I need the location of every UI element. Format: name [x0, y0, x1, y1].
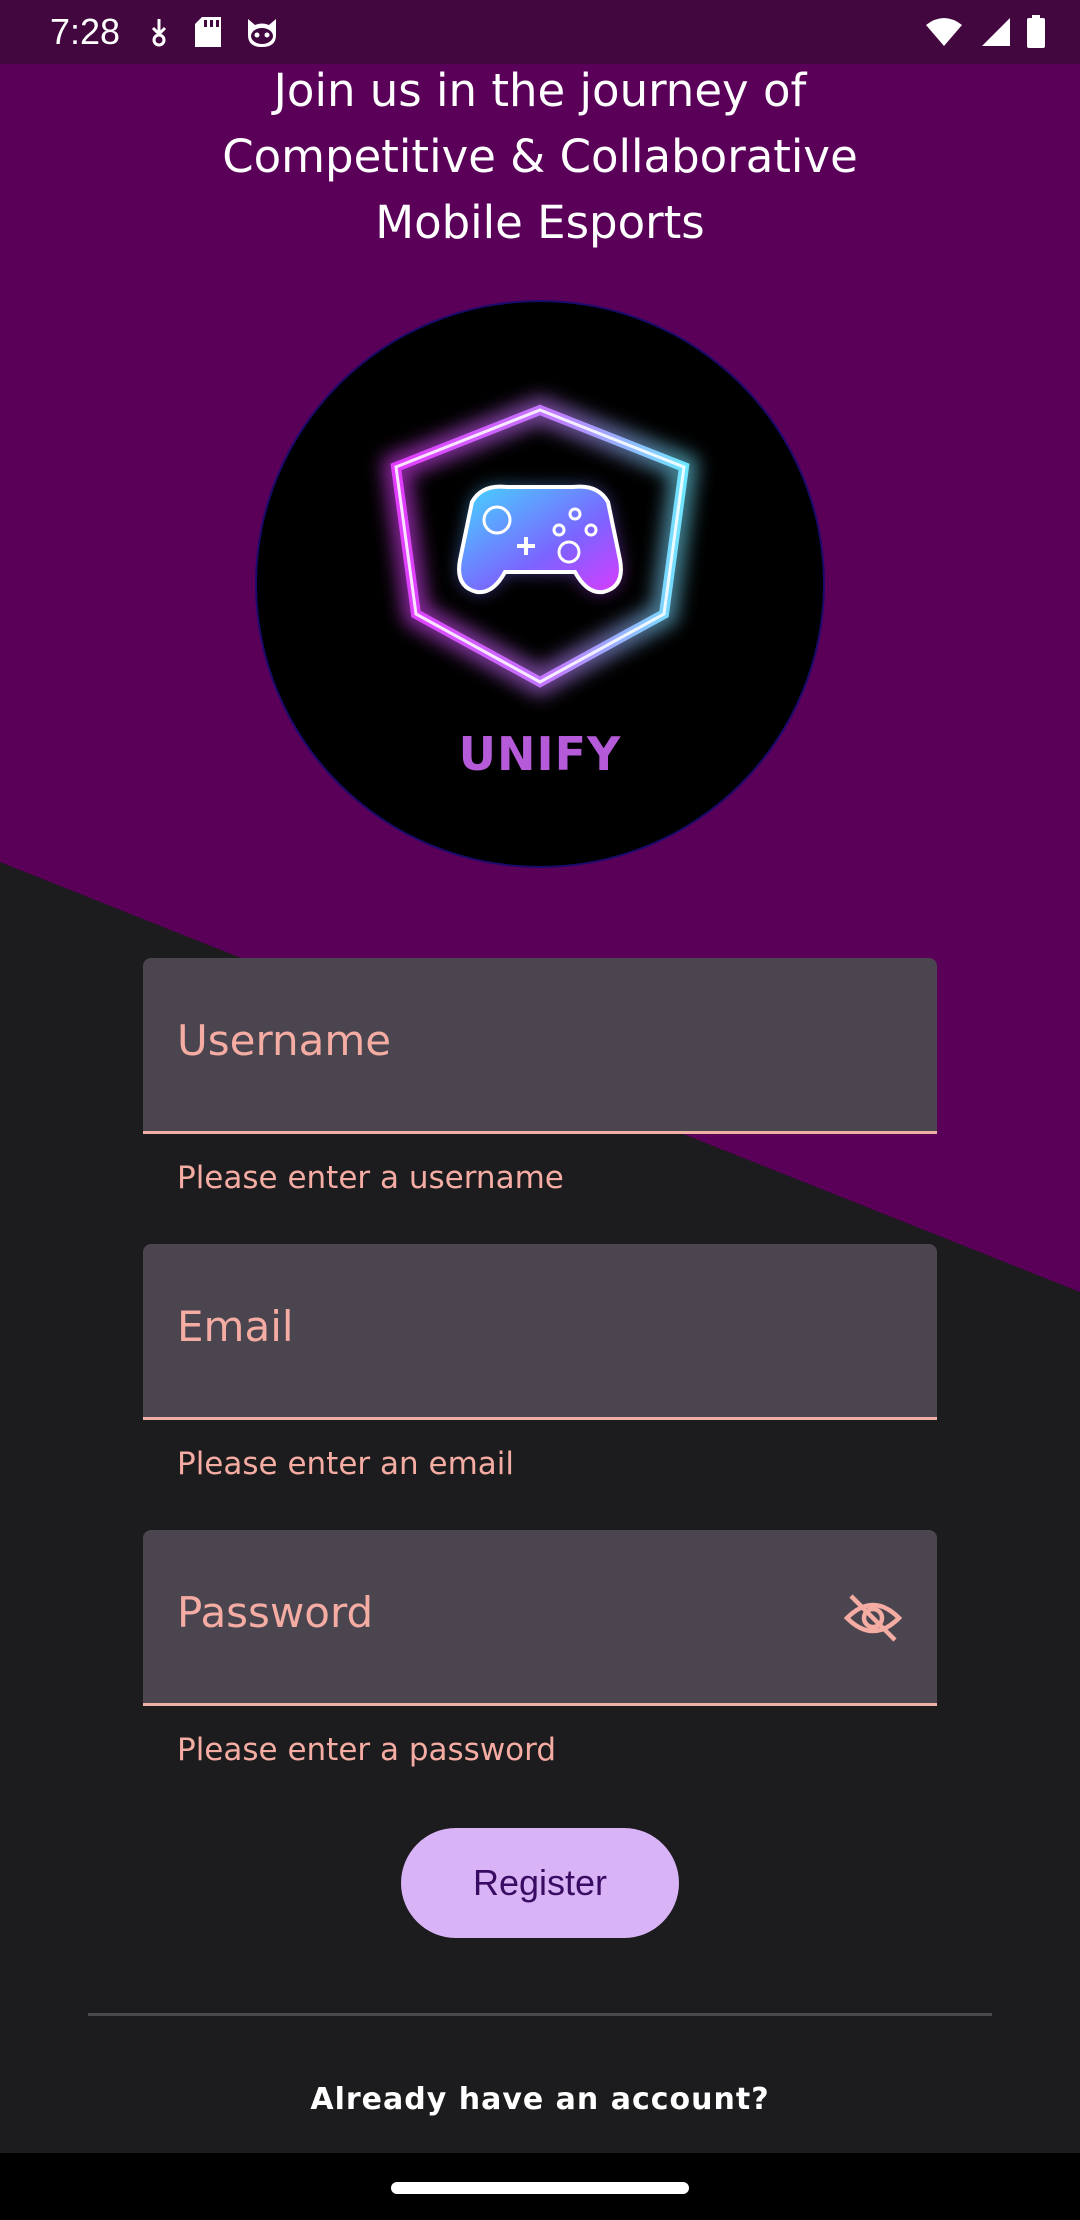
- navigation-bar: [0, 2153, 1080, 2220]
- signal-icon: [982, 18, 1010, 46]
- status-bar: 7:28: [0, 0, 1080, 64]
- cat-face-icon: [248, 19, 277, 47]
- wifi-icon: [926, 18, 962, 46]
- eye-off-icon[interactable]: [843, 1590, 903, 1646]
- status-time: 7:28: [50, 11, 121, 52]
- logo-brand-text: UNIFY: [458, 727, 622, 781]
- username-error: Please enter a username: [177, 1160, 564, 1196]
- download-icon: [152, 19, 167, 47]
- password-placeholder: Password: [177, 1588, 374, 1637]
- divider: [88, 2013, 992, 2016]
- password-error: Please enter a password: [177, 1732, 557, 1768]
- status-system-icons: [924, 15, 1046, 49]
- home-gesture-handle[interactable]: [391, 2182, 689, 2194]
- email-placeholder: Email: [177, 1302, 294, 1351]
- email-input[interactable]: Email: [143, 1244, 937, 1420]
- welcome-headline: Join us in the journey of Competitive & …: [0, 58, 1080, 256]
- email-error: Please enter an email: [177, 1446, 514, 1482]
- headline-line-3: Mobile Esports: [375, 196, 705, 249]
- username-input[interactable]: Username: [143, 958, 937, 1134]
- game-controller-icon: [381, 396, 699, 697]
- password-input[interactable]: Password: [143, 1530, 937, 1706]
- status-notification-icons: [146, 15, 280, 49]
- headline-line-1: Join us in the journey of: [273, 64, 807, 117]
- login-link[interactable]: Already have an account?: [0, 2082, 1080, 2117]
- sd-card-icon: [195, 17, 222, 47]
- register-button[interactable]: Register: [401, 1828, 679, 1938]
- username-placeholder: Username: [177, 1016, 392, 1065]
- app-logo: UNIFY: [255, 300, 825, 868]
- battery-icon: [1027, 15, 1045, 48]
- headline-line-2: Competitive & Collaborative: [222, 130, 858, 183]
